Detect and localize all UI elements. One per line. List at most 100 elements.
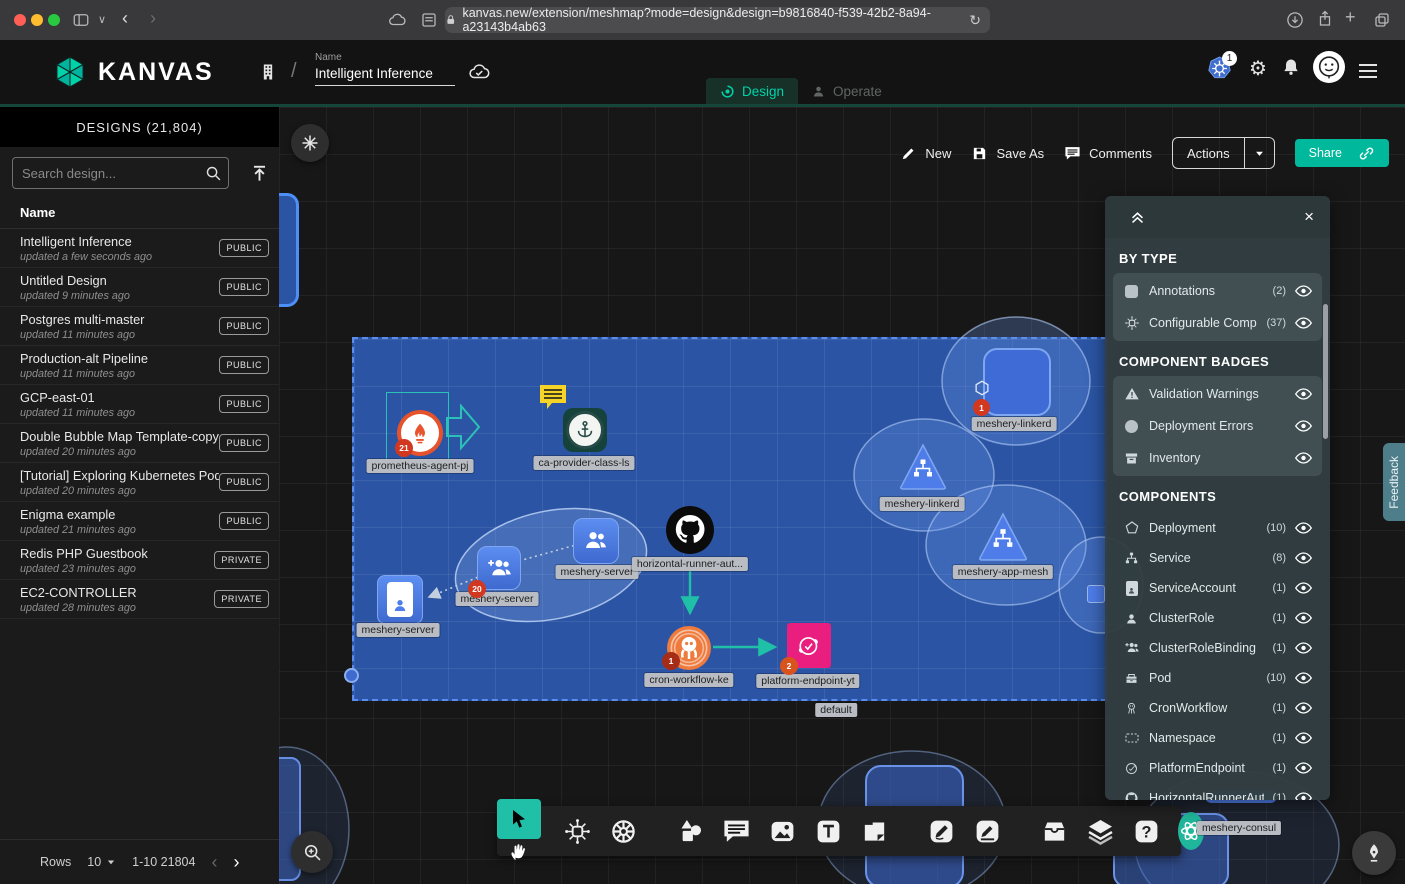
design-row[interactable]: Double Bubble Map Template-copyupdated 2… [0,424,279,463]
menu-hamburger-icon[interactable] [1358,63,1378,79]
node-label[interactable]: horizontal-runner-aut... [632,557,748,571]
node-linkerd-deployment[interactable] [983,348,1051,416]
components-tool[interactable] [563,816,592,847]
actions-split-button[interactable]: Actions [1172,137,1275,169]
pan-hand-tool[interactable] [508,841,530,863]
design-row[interactable]: [Tutorial] Exploring Kubernetes Podupdat… [0,463,279,502]
eye-icon[interactable] [1295,762,1312,774]
eye-icon[interactable] [1295,522,1312,534]
actions-caret[interactable] [1245,138,1274,168]
eye-icon[interactable] [1295,792,1312,800]
error-count-badge[interactable]: 2 [780,657,798,675]
node-label[interactable]: meshery-app-mesh [953,565,1053,579]
next-page-button[interactable]: › [233,853,239,871]
by-type-row-annotations[interactable]: Annotations (2) [1113,275,1322,307]
annotation-arrow[interactable] [445,402,481,452]
kanvas-logo[interactable]: KANVAS [52,54,214,90]
tab-design[interactable]: Design [706,78,798,104]
eye-icon[interactable] [1295,732,1312,744]
text-tool[interactable] [814,816,843,847]
comments-button[interactable]: Comments [1064,145,1152,162]
node-label[interactable]: cron-workflow-ke [644,673,733,687]
badge-row-inventory[interactable]: Inventory [1113,442,1322,474]
node-meshery-server-right[interactable] [573,518,619,564]
eye-icon[interactable] [1295,582,1312,594]
reader-icon[interactable] [420,11,438,29]
component-row-deployment[interactable]: Deployment(10) [1113,513,1322,543]
selection-handle[interactable] [344,668,359,683]
component-row-cronworkflow[interactable]: CronWorkflow(1) [1113,693,1322,723]
design-row[interactable]: Intelligent Inferenceupdated a few secon… [0,229,279,268]
image-tool[interactable] [768,816,797,847]
design-name-input[interactable] [315,63,455,86]
mini-node[interactable] [1087,585,1105,603]
by-type-row-configurable[interactable]: Configurable Compon (37) [1113,307,1322,339]
feedback-tab[interactable]: Feedback [1383,443,1405,521]
error-count-badge[interactable]: 1 [662,652,680,670]
design-row[interactable]: Untitled Designupdated 9 minutes agoPUBL… [0,268,279,307]
eye-icon[interactable] [1295,388,1312,400]
eye-icon[interactable] [1295,452,1312,464]
comment-tool[interactable] [722,816,751,847]
node-label[interactable]: meshery-linkerd [880,497,965,511]
eye-icon[interactable] [1295,552,1312,564]
dock-toggle-button[interactable] [291,124,329,162]
settings-gear-icon[interactable]: ⚙ [1249,56,1267,81]
node-label[interactable]: meshery-server [456,592,539,606]
refresh-icon[interactable]: ↻ [969,12,981,29]
window-close-button[interactable] [14,14,26,26]
highlighter-tool[interactable] [973,816,1002,847]
node-label[interactable]: meshery-consul [1197,821,1281,835]
design-row[interactable]: Postgres multi-masterupdated 11 minutes … [0,307,279,346]
forward-button[interactable]: › [150,8,156,29]
eye-icon[interactable] [1295,612,1312,624]
node-label[interactable]: ca-provider-class-ls [533,456,634,470]
notifications-bell-icon[interactable] [1281,57,1301,77]
eye-icon[interactable] [1295,317,1312,329]
node-linkerd-service[interactable] [899,443,947,491]
pen-tool[interactable] [927,816,956,847]
close-panel-button[interactable]: × [1304,207,1314,227]
design-row[interactable]: GCP-east-01updated 11 minutes agoPUBLIC [0,385,279,424]
component-row-pod[interactable]: Pod(10) [1113,663,1322,693]
node-ca-provider[interactable] [563,408,607,452]
sticky-note-tool[interactable] [860,816,889,847]
address-bar[interactable]: kanvas.new/extension/meshmap?mode=design… [445,7,990,33]
design-row[interactable]: Enigma exampleupdated 21 minutes agoPUBL… [0,502,279,541]
help-tool[interactable] [1132,816,1161,847]
node-label[interactable]: platform-endpoint-yt [756,674,859,688]
zoom-button[interactable] [291,831,333,873]
partial-node-left[interactable] [279,193,299,307]
shapes-tool[interactable] [676,816,705,847]
node-label[interactable]: meshery-server [556,565,639,579]
design-row[interactable]: Production-alt Pipelineupdated 11 minute… [0,346,279,385]
cloud-icon[interactable] [388,11,406,29]
node-app-mesh-service[interactable] [978,512,1028,562]
avatar[interactable] [1313,51,1345,83]
node-label[interactable]: meshery-linkerd [972,417,1057,431]
eye-icon[interactable] [1295,702,1312,714]
component-row-platformendpoint[interactable]: PlatformEndpoint(1) [1113,753,1322,783]
eye-icon[interactable] [1295,672,1312,684]
comment-annotation-icon[interactable] [538,383,568,410]
node-service-account[interactable] [377,575,423,624]
design-canvas[interactable]: 2 1 prometheus-agent-pj ca-provider-class… [279,107,1405,884]
new-tab-icon[interactable]: + [1345,7,1356,28]
share-icon[interactable] [1316,10,1334,28]
whiteboard-pen-button[interactable] [1352,831,1396,875]
search-input[interactable] [12,157,229,189]
node-github-runner[interactable] [666,506,714,554]
component-row-clusterrolebinding[interactable]: ClusterRoleBinding(1) [1113,633,1322,663]
organization-icon[interactable] [258,62,278,82]
badge-row-validation-warnings[interactable]: Validation Warnings [1113,378,1322,410]
design-row[interactable]: EC2-CONTROLLERupdated 28 minutes agoPRIV… [0,580,279,619]
design-row[interactable]: Redis PHP Guestbookupdated 23 minutes ag… [0,541,279,580]
component-row-horizontalrunnerautoscaler[interactable]: HorizontalRunnerAutosc(1) [1113,783,1322,800]
back-button[interactable]: ‹ [122,8,128,29]
layers-tool[interactable] [1086,816,1115,847]
sidebar-toggle-icon[interactable] [72,11,90,29]
chevron-down-icon[interactable]: ∨ [98,13,106,26]
namespace-label[interactable]: default [815,703,857,717]
eye-icon[interactable] [1295,420,1312,432]
node-label[interactable]: prometheus-agent-pj [367,459,474,473]
